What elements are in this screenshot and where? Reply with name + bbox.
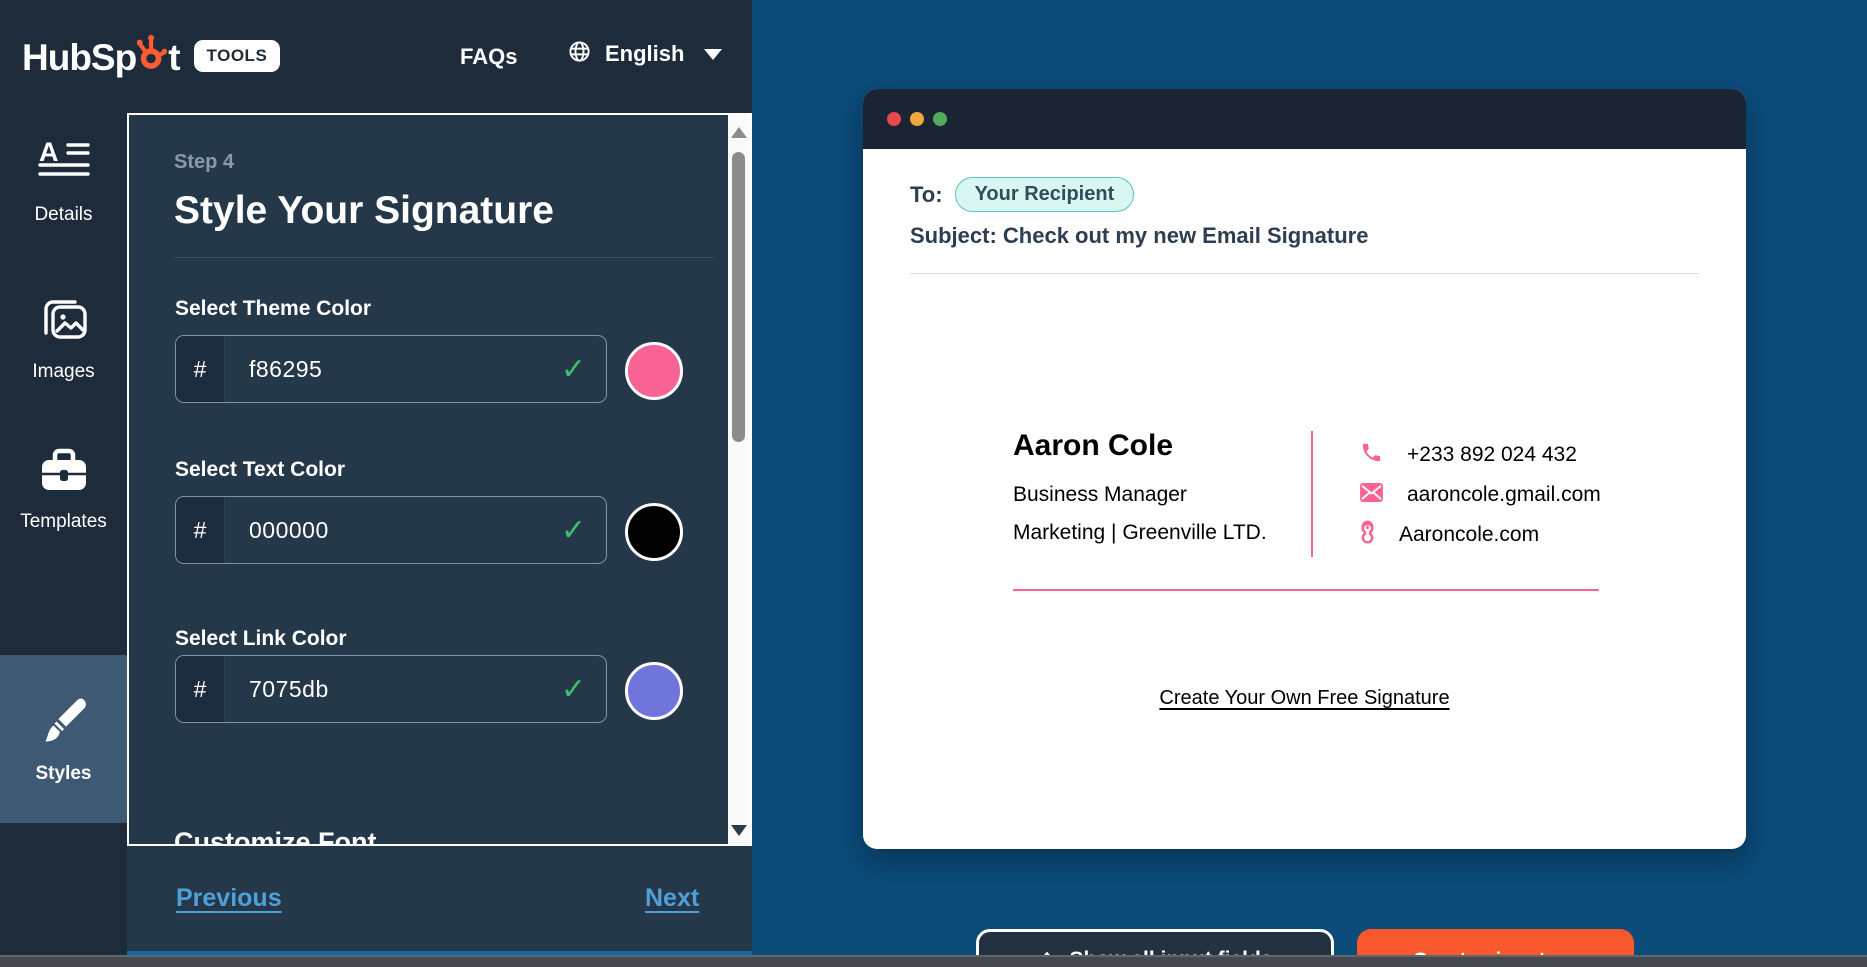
- style-panel: Step 4 Style Your Signature Select Theme…: [127, 113, 752, 846]
- check-icon: ✓: [560, 512, 586, 548]
- theme-color-swatch[interactable]: [625, 342, 683, 400]
- signature-name: Aaron Cole: [1013, 429, 1174, 462]
- to-label: To:: [910, 181, 943, 207]
- chevron-down-icon: [704, 48, 723, 60]
- signature-horizontal-divider: [1013, 589, 1599, 591]
- preview-region: To: Your Recipient Subject: Check out my…: [752, 0, 1867, 967]
- sidebar-item-label: Images: [32, 361, 95, 382]
- create-own-signature-link[interactable]: Create Your Own Free Signature: [1159, 687, 1449, 709]
- sidebar-item-details[interactable]: A Details: [0, 137, 127, 226]
- contact-row-email: aaroncole.gmail.com: [1360, 475, 1601, 515]
- language-label: English: [605, 41, 685, 66]
- text-color-value[interactable]: 000000: [225, 497, 561, 563]
- scrollbar-thumb[interactable]: [732, 152, 745, 442]
- panel-title: Style Your Signature: [174, 189, 554, 232]
- theme-color-value[interactable]: f86295: [225, 336, 561, 402]
- panel-divider: [174, 257, 714, 258]
- phone-number: +233 892 024 432: [1407, 443, 1577, 466]
- templates-icon: [37, 445, 91, 502]
- recipient-pill: Your Recipient: [954, 177, 1135, 212]
- link-color-label: Select Link Color: [175, 627, 347, 650]
- window-dot-red-icon: [887, 112, 901, 126]
- panel-scrollbar[interactable]: [728, 115, 750, 844]
- text-color-label: Select Text Color: [175, 458, 345, 481]
- check-icon: ✓: [560, 671, 586, 707]
- link-icon: [1360, 520, 1375, 551]
- step-label: Step 4: [174, 151, 235, 173]
- sidebar-item-label: Details: [34, 204, 93, 225]
- email-preview-card: To: Your Recipient Subject: Check out my…: [863, 89, 1746, 849]
- tools-badge: TOOLS: [193, 39, 281, 72]
- link-color-input[interactable]: # 7075db ✓: [175, 655, 607, 723]
- signature-vertical-divider: [1311, 431, 1313, 557]
- hubspot-logo[interactable]: HubSp t TOOLS: [22, 32, 281, 79]
- customize-font-heading: Customize Font: [174, 827, 377, 846]
- side-nav: A Details Images Templates Styles: [0, 113, 127, 967]
- hubspot-sprocket-icon: [136, 32, 168, 79]
- hash-prefix: #: [176, 656, 225, 722]
- next-button[interactable]: Next: [645, 884, 699, 913]
- sidebar-item-label: Styles: [35, 763, 92, 784]
- theme-color-label: Select Theme Color: [175, 297, 372, 320]
- subject-line: Subject: Check out my new Email Signatur…: [910, 223, 1369, 248]
- text-color-swatch[interactable]: [625, 503, 683, 561]
- sidebar-item-images[interactable]: Images: [0, 293, 127, 383]
- bottom-scrollbar-track[interactable]: [0, 955, 1867, 967]
- left-region: HubSp t TOOLS FAQs English A Details Imag…: [0, 0, 752, 967]
- contact-row-phone: +233 892 024 432: [1360, 435, 1601, 475]
- hubspot-logo-text: HubSp t: [22, 32, 181, 79]
- svg-text:A: A: [39, 138, 59, 167]
- globe-icon: [568, 40, 591, 68]
- sidebar-item-templates[interactable]: Templates: [0, 445, 127, 533]
- window-dot-yellow-icon: [910, 112, 924, 126]
- check-icon: ✓: [560, 351, 586, 387]
- email-address: aaroncole.gmail.com: [1407, 483, 1601, 506]
- sidebar-item-label: Templates: [20, 511, 107, 532]
- create-own-signature-wrapper: Create Your Own Free Signature: [863, 687, 1746, 710]
- top-header: HubSp t TOOLS FAQs English: [0, 0, 752, 113]
- mail-divider: [910, 273, 1699, 274]
- theme-color-input[interactable]: # f86295 ✓: [175, 335, 607, 403]
- window-dot-green-icon: [933, 112, 947, 126]
- signature-job-title: Business Manager: [1013, 483, 1187, 506]
- hash-prefix: #: [176, 497, 225, 563]
- signature-department: Marketing | Greenville LTD.: [1013, 521, 1267, 544]
- language-selector[interactable]: English: [568, 40, 723, 68]
- signature-contacts: +233 892 024 432 aaroncole.gmail.com Aar…: [1360, 435, 1601, 555]
- images-icon: [37, 293, 91, 352]
- previous-button[interactable]: Previous: [176, 884, 282, 913]
- website-url: Aaroncole.com: [1399, 523, 1540, 546]
- text-color-input[interactable]: # 000000 ✓: [175, 496, 607, 564]
- hash-prefix: #: [176, 336, 225, 402]
- phone-icon: [1360, 441, 1383, 469]
- details-icon: A: [37, 137, 91, 195]
- scroll-down-arrow-icon[interactable]: [731, 825, 747, 836]
- sidebar-item-styles[interactable]: Styles: [0, 655, 127, 823]
- styles-icon: [36, 693, 92, 754]
- email-icon: [1360, 483, 1383, 507]
- link-color-swatch[interactable]: [625, 662, 683, 720]
- to-row: To: Your Recipient: [910, 177, 1135, 212]
- link-color-value[interactable]: 7075db: [225, 656, 561, 722]
- app-root: HubSp t TOOLS FAQs English A Details Imag…: [0, 0, 1867, 967]
- email-window-titlebar: [863, 89, 1746, 149]
- scroll-up-arrow-icon[interactable]: [731, 127, 747, 138]
- faqs-link[interactable]: FAQs: [460, 44, 517, 70]
- contact-row-website: Aaroncole.com: [1360, 515, 1601, 555]
